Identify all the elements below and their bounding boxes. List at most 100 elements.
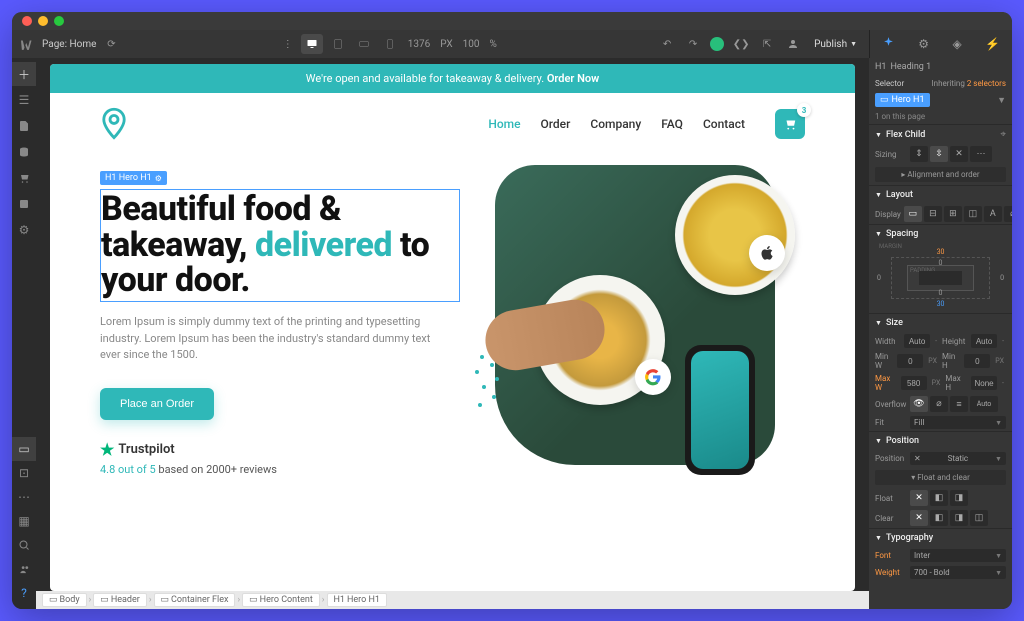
- alignment-order-link[interactable]: ▸ Alignment and order: [875, 167, 1006, 182]
- viewport-width[interactable]: 1376: [405, 39, 433, 50]
- close-window-button[interactable]: [22, 16, 32, 26]
- breadcrumb-item[interactable]: H1 Hero H1: [327, 593, 387, 607]
- target-icon[interactable]: ⌖: [1000, 129, 1006, 140]
- flex-child-header[interactable]: ▼Flex Child⌖: [869, 125, 1012, 144]
- help-button[interactable]: ⋯: [12, 485, 36, 509]
- overflow-auto-button[interactable]: Auto: [970, 396, 998, 412]
- overflow-scroll-button[interactable]: ≡: [950, 396, 968, 412]
- mobile-portrait-button[interactable]: [379, 34, 401, 54]
- assets-button[interactable]: [12, 192, 36, 216]
- padding-bottom[interactable]: 0: [939, 289, 943, 297]
- nav-faq[interactable]: FAQ: [661, 117, 683, 131]
- sizing-grow-button[interactable]: ⇳: [930, 146, 948, 162]
- search-button[interactable]: [12, 533, 36, 557]
- padding-top[interactable]: 0: [939, 259, 943, 267]
- undo-icon[interactable]: ↶: [658, 35, 676, 53]
- clear-left-button[interactable]: ◧: [930, 510, 948, 526]
- grid-button[interactable]: ▦: [12, 509, 36, 533]
- selector-dropdown-icon[interactable]: ▼: [997, 95, 1006, 106]
- style-manager-tab-icon[interactable]: ◈: [953, 37, 962, 51]
- maxh-input[interactable]: [971, 376, 997, 390]
- user-icon[interactable]: [784, 35, 802, 53]
- display-inline-block-button[interactable]: ◫: [964, 206, 982, 222]
- breadcrumb-item[interactable]: ▭ Header: [93, 593, 147, 607]
- sizing-more-button[interactable]: ⋯: [970, 146, 992, 162]
- nav-contact[interactable]: Contact: [703, 117, 745, 131]
- fit-select[interactable]: Fill▼: [910, 416, 1006, 429]
- minimize-window-button[interactable]: [38, 16, 48, 26]
- minh-input[interactable]: [964, 354, 990, 368]
- hero-image[interactable]: [495, 165, 805, 475]
- hint-button[interactable]: ?: [12, 581, 36, 605]
- settings-tab-icon[interactable]: ⚙: [918, 37, 929, 51]
- nav-home[interactable]: Home: [488, 117, 520, 131]
- margin-top[interactable]: 30: [937, 248, 945, 256]
- mobile-landscape-button[interactable]: [353, 34, 375, 54]
- layout-header[interactable]: ▼Layout: [869, 186, 1012, 204]
- size-header[interactable]: ▼Size: [869, 314, 1012, 332]
- float-right-button[interactable]: ◨: [950, 490, 968, 506]
- audit-button[interactable]: ⊡: [12, 461, 36, 485]
- refresh-icon[interactable]: ⟳: [102, 35, 120, 53]
- users-button[interactable]: [12, 557, 36, 581]
- display-none-button[interactable]: ⌀: [1004, 206, 1012, 222]
- breadcrumb-item[interactable]: ▭ Container Flex: [154, 593, 236, 607]
- display-block-button[interactable]: ▭: [904, 206, 922, 222]
- weight-select[interactable]: 700 - Bold▼: [910, 566, 1006, 579]
- tablet-view-button[interactable]: [327, 34, 349, 54]
- style-tab-icon[interactable]: [882, 36, 895, 52]
- banner-cta-link[interactable]: Order Now: [547, 72, 599, 85]
- font-select[interactable]: Inter▼: [910, 549, 1006, 562]
- sizing-none-button[interactable]: ✕: [950, 146, 968, 162]
- clear-none-button[interactable]: ✕: [910, 510, 928, 526]
- trustpilot-row[interactable]: ★ Trustpilot: [100, 440, 465, 459]
- hero-heading[interactable]: Beautiful food & takeaway, delivered to …: [100, 189, 460, 302]
- typography-header[interactable]: ▼Typography: [869, 529, 1012, 547]
- hero-subtext[interactable]: Lorem Ipsum is simply dummy text of the …: [100, 314, 440, 364]
- maximize-window-button[interactable]: [54, 16, 64, 26]
- class-chip[interactable]: ▭ Hero H1: [875, 93, 930, 107]
- status-indicator[interactable]: [710, 37, 724, 51]
- project-settings-button[interactable]: ⚙: [12, 218, 36, 242]
- publish-button[interactable]: Publish ▼: [810, 39, 861, 50]
- minw-input[interactable]: [897, 354, 923, 368]
- height-input[interactable]: [971, 334, 997, 348]
- pages-button[interactable]: [12, 114, 36, 138]
- cart-button[interactable]: 3: [775, 109, 805, 139]
- clear-both-button[interactable]: ◫: [970, 510, 988, 526]
- ecommerce-button[interactable]: [12, 166, 36, 190]
- element-tag[interactable]: H1 Hero H1 ⚙: [100, 171, 167, 185]
- zoom-level[interactable]: 100: [460, 39, 483, 50]
- overflow-visible-button[interactable]: 👁: [910, 396, 928, 412]
- margin-left[interactable]: 0: [877, 274, 881, 282]
- breadcrumb-item[interactable]: ▭ Hero Content: [242, 593, 320, 607]
- drag-handle-icon[interactable]: ⋮: [279, 35, 297, 53]
- float-none-button[interactable]: ✕: [910, 490, 928, 506]
- display-flex-button[interactable]: ⊟: [924, 206, 942, 222]
- sizing-shrink-button[interactable]: ⇕: [910, 146, 928, 162]
- width-input[interactable]: [904, 334, 930, 348]
- redo-icon[interactable]: ↷: [684, 35, 702, 53]
- interactions-tab-icon[interactable]: ⚡: [985, 37, 1000, 51]
- brand-logo-icon[interactable]: [100, 107, 128, 141]
- desktop-view-button[interactable]: [301, 34, 323, 54]
- tag-gear-icon[interactable]: ⚙: [155, 174, 162, 183]
- float-clear-link[interactable]: ▾ Float and clear: [875, 470, 1006, 485]
- code-icon[interactable]: ❮❯: [732, 35, 750, 53]
- clear-right-button[interactable]: ◨: [950, 510, 968, 526]
- navigator-button[interactable]: ☰: [12, 88, 36, 112]
- maxw-input[interactable]: [901, 376, 927, 390]
- breadcrumb-item[interactable]: ▭ Body: [42, 593, 87, 607]
- video-button[interactable]: ▭: [12, 437, 36, 461]
- float-left-button[interactable]: ◧: [930, 490, 948, 506]
- spacing-header[interactable]: ▼Spacing: [869, 225, 1012, 243]
- display-inline-button[interactable]: A: [984, 206, 1002, 222]
- overflow-hidden-button[interactable]: ⌀: [930, 396, 948, 412]
- cms-button[interactable]: [12, 140, 36, 164]
- position-select[interactable]: ✕ Static▼: [910, 452, 1006, 465]
- nav-order[interactable]: Order: [541, 117, 571, 131]
- position-header[interactable]: ▼Position: [869, 432, 1012, 450]
- announcement-banner[interactable]: We're open and available for takeaway & …: [50, 64, 855, 93]
- margin-bottom[interactable]: 30: [937, 300, 945, 308]
- add-element-button[interactable]: ＋: [12, 62, 36, 86]
